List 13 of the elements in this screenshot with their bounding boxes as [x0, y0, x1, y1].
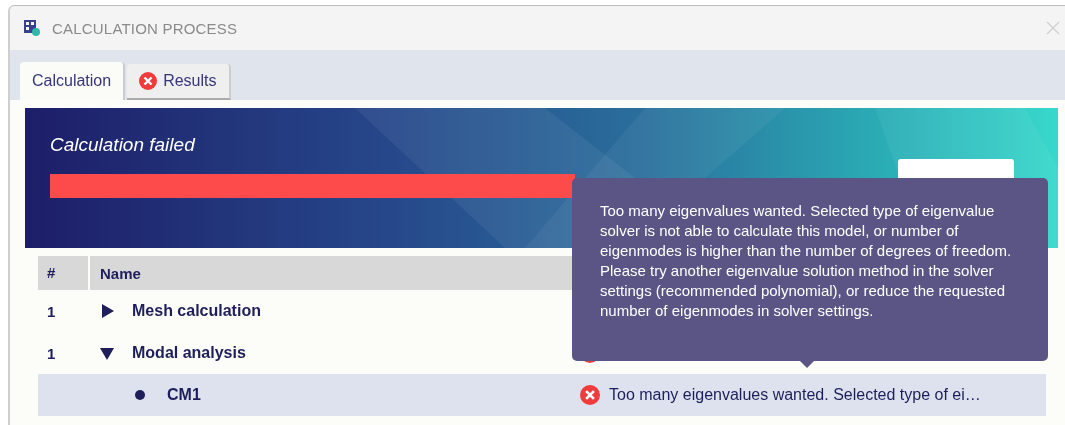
- tree-item[interactable]: CM1: [167, 386, 201, 404]
- tree-item[interactable]: Modal analysis: [132, 344, 246, 362]
- tab[interactable]: Calculation: [20, 62, 126, 100]
- row-number: 1: [46, 302, 57, 320]
- banner-title: Calculation failed: [50, 134, 197, 156]
- status-message: Too many eigenvalues wanted. Selected type of ei…: [609, 386, 981, 404]
- row-number: 1: [46, 344, 57, 362]
- tooltip: Too many eigenvalues wanted. Selected type of eigenvalue solver is not able to calculate this model, or number of eigenmodes is higher than the number of degrees of freedom. Please try another eigenvalue solution method in the solver settings (recommended polynomial), or reduce the requested number of eigenmodes in solver settings.: [572, 178, 1048, 361]
- tab[interactable]: Results: [127, 64, 231, 100]
- tree-item[interactable]: Mesh calculation: [132, 302, 261, 320]
- window-title: CALCULATION PROCESS: [52, 19, 238, 37]
- column-header: Name: [99, 264, 141, 282]
- column-header: #: [38, 256, 90, 290]
